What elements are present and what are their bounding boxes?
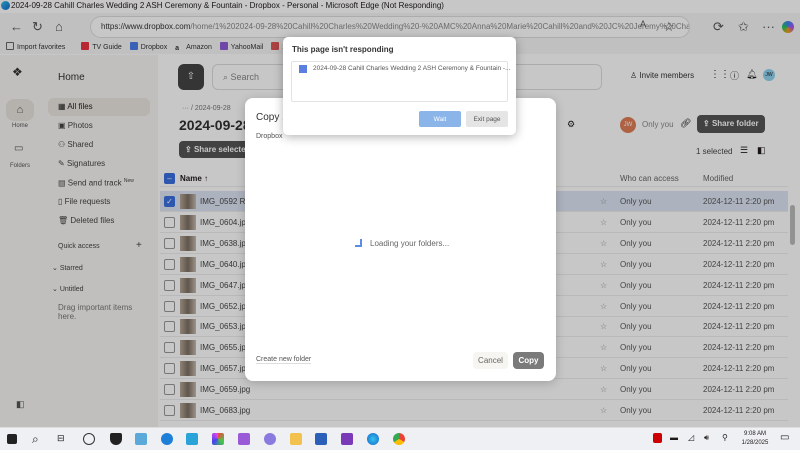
app-icon[interactable] <box>264 433 276 445</box>
wifi-icon[interactable]: ◿ <box>688 433 694 442</box>
file-explorer-icon[interactable] <box>290 433 302 445</box>
task-view-icon[interactable]: ⊟ <box>57 433 69 445</box>
clock[interactable]: 9:08 AM 1/28/2025 <box>738 430 772 448</box>
copy-dialog: Copy 1 Dropbox Loading your folders... C… <box>245 98 556 381</box>
app-icon[interactable] <box>212 433 224 445</box>
wait-button[interactable]: Wait <box>419 111 461 127</box>
copy-button[interactable]: Copy <box>513 352 544 369</box>
network-icon[interactable]: ⚲ <box>722 433 728 442</box>
mcafee-icon[interactable] <box>653 433 662 443</box>
loading-spinner-icon <box>355 239 362 247</box>
unresponsive-page-title: 2024-09-28 Cahill Charles Wedding 2 ASH … <box>313 65 511 72</box>
location-breadcrumb[interactable]: Dropbox <box>256 133 282 140</box>
taskbar: ⌕ ⊟ ▬ ◿ 🔊︎ ⚲ 9:08 AM 1/28/2025 ▭ <box>0 427 800 450</box>
hang-dialog-title: This page isn't responding <box>292 45 394 54</box>
battery-icon[interactable]: ▬ <box>670 433 678 442</box>
create-folder-link[interactable]: Create new folder <box>256 356 312 364</box>
mail-icon[interactable] <box>341 433 353 445</box>
volume-icon[interactable]: 🔊︎ <box>704 433 709 443</box>
security-icon[interactable] <box>110 433 122 445</box>
word-icon[interactable] <box>315 433 327 445</box>
dell-icon[interactable] <box>83 433 95 445</box>
exit-page-button[interactable]: Exit page <box>466 111 508 127</box>
dropbox-favicon-icon <box>299 65 307 73</box>
notification-icon[interactable]: ▭ <box>780 432 789 443</box>
start-icon[interactable] <box>7 434 17 444</box>
clipchamp-icon[interactable] <box>238 433 250 445</box>
loading-text: Loading your folders... <box>370 239 450 248</box>
app-icon[interactable] <box>161 433 173 445</box>
search-taskbar-icon[interactable]: ⌕ <box>32 433 44 445</box>
app-icon[interactable] <box>135 433 147 445</box>
app-icon[interactable] <box>186 433 198 445</box>
page-unresponsive-dialog: This page isn't responding 2024-09-28 Ca… <box>283 37 516 135</box>
page-list: 2024-09-28 Cahill Charles Wedding 2 ASH … <box>291 61 511 102</box>
edge-taskbar-icon[interactable] <box>367 433 379 445</box>
cancel-button[interactable]: Cancel <box>473 352 508 369</box>
chrome-icon[interactable] <box>393 433 405 445</box>
